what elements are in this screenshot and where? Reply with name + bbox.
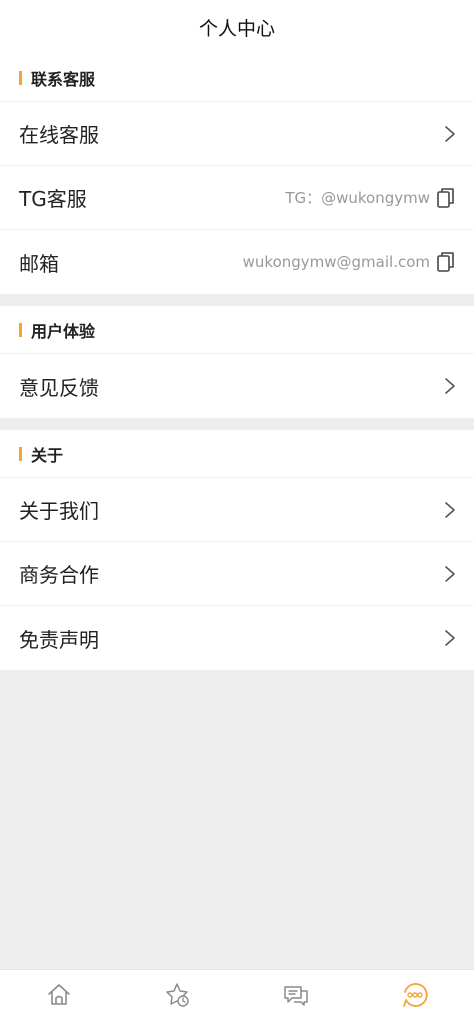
row-label: 关于我们 (19, 499, 99, 523)
copy-icon[interactable] (436, 251, 456, 273)
tg-handle-value: TG：@wukongymw (285, 189, 430, 207)
chevron-right-icon (444, 629, 456, 647)
section-header: 联系客服 (0, 54, 474, 102)
page-header: 个人中心 (0, 0, 474, 54)
section-accent-bar (19, 322, 22, 337)
row-label: 免责声明 (19, 627, 99, 652)
bottom-tab-bar (0, 969, 474, 1024)
tab-messages[interactable] (237, 970, 356, 1024)
chat-icon (282, 981, 310, 1013)
section-about: 关于 关于我们 商务合作 免责声明 (0, 430, 474, 670)
star-badge-icon (164, 981, 192, 1013)
row-online-support[interactable]: 在线客服 (0, 102, 474, 166)
tab-favorites[interactable] (119, 970, 238, 1024)
row-label: 邮箱 (19, 251, 59, 276)
row-tg-support[interactable]: TG客服 TG：@wukongymw (0, 166, 474, 230)
chevron-right-icon (444, 377, 456, 395)
section-header: 用户体验 (0, 306, 474, 354)
section-header: 关于 (0, 430, 474, 478)
home-icon (45, 981, 73, 1013)
row-email[interactable]: 邮箱 wukongymw@gmail.com (0, 230, 474, 294)
row-label: 意见反馈 (19, 375, 99, 400)
section-title: 联系客服 (31, 69, 96, 89)
more-dots-icon (401, 981, 429, 1013)
row-label: 在线客服 (19, 123, 99, 147)
section-title: 关于 (31, 445, 64, 465)
section-accent-bar (19, 70, 22, 85)
chevron-right-icon (444, 125, 456, 143)
row-business[interactable]: 商务合作 (0, 542, 474, 606)
section-user-experience: 用户体验 意见反馈 (0, 306, 474, 418)
section-contact: 联系客服 在线客服 TG客服 TG：@wukongymw 邮箱 wukongym… (0, 54, 474, 294)
email-value: wukongymw@gmail.com (242, 253, 430, 271)
row-label: 商务合作 (19, 563, 99, 587)
profile-page: 个人中心 联系客服 在线客服 TG客服 TG：@wukongymw 邮箱 wuk… (0, 0, 474, 1024)
chevron-right-icon (444, 501, 456, 519)
row-label: TG客服 (19, 187, 87, 211)
tab-more[interactable] (356, 970, 474, 1024)
page-title: 个人中心 (198, 17, 275, 40)
copy-icon[interactable] (436, 187, 456, 209)
tab-home[interactable] (0, 970, 119, 1024)
section-title: 用户体验 (31, 321, 96, 341)
row-disclaimer[interactable]: 免责声明 (0, 606, 474, 670)
row-about-us[interactable]: 关于我们 (0, 478, 474, 542)
row-feedback[interactable]: 意见反馈 (0, 354, 474, 418)
chevron-right-icon (444, 565, 456, 583)
section-accent-bar (19, 446, 22, 461)
